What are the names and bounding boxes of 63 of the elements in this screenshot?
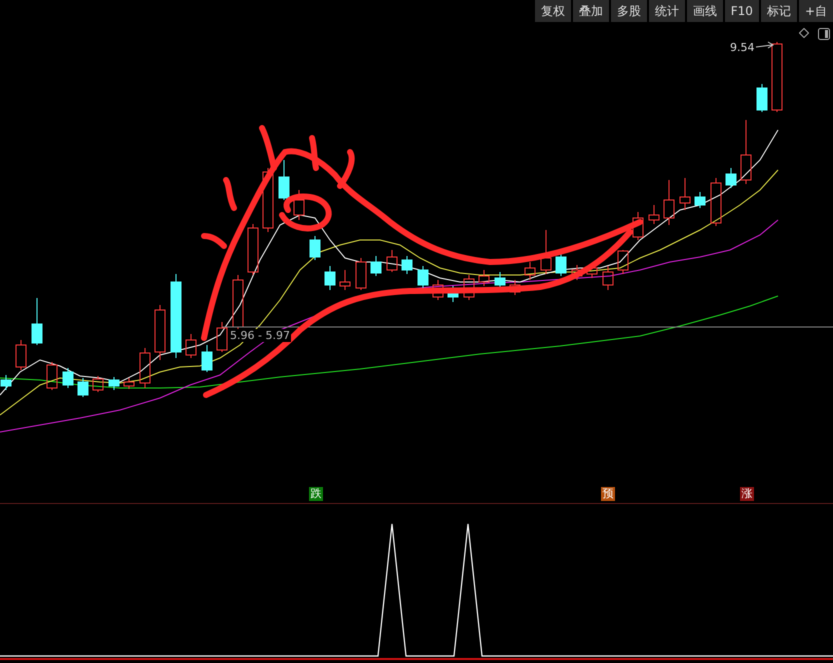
candlestick [710,178,722,226]
candlestick [46,362,58,390]
candlestick [694,192,706,208]
signal-marker: 预 [601,487,615,501]
candlestick [524,262,536,280]
candlestick [108,376,120,390]
candlestick [262,168,274,232]
candlestick [602,266,614,290]
signal-marker: 涨 [740,487,754,501]
candlestick [278,160,290,200]
candlestick [464,274,474,300]
candlestick [386,250,398,272]
candlestick [186,334,196,358]
candlestick [740,120,752,184]
candlestick [356,258,366,290]
toolbar-button[interactable]: 叠加 [572,0,609,22]
candlestick [140,348,150,388]
candlestick [478,270,490,286]
candlestick [494,272,506,288]
toolbar-button[interactable]: +自 [798,0,833,22]
candlestick [556,252,566,276]
candlestick [310,236,320,260]
candlestick [16,340,26,370]
panel-toggle-icon[interactable] [818,28,830,40]
candlestick [124,378,134,390]
candlestick [572,264,582,280]
candlestick [726,168,736,188]
toolbar-button[interactable]: 多股 [610,0,647,22]
candlestick [618,250,628,274]
candlestick [540,230,552,274]
candlestick [648,204,660,224]
candlestick [664,180,674,226]
candlestick [154,304,166,360]
candlestick [772,42,782,112]
candlestick [340,270,350,290]
toolbar-button[interactable]: F10 [724,0,759,22]
candlestick [680,178,690,210]
candlestick [418,266,428,288]
candlestick [370,256,382,276]
candlestick [78,378,88,398]
price-pointer-icon [756,42,774,48]
candlestick [324,266,336,290]
price-range-label: 5.96 - 5.97 [229,329,291,342]
candlestick [432,280,444,300]
candlestick [216,322,228,352]
candlestick [510,280,520,296]
candlestick [0,374,12,390]
candlestick [202,344,212,372]
candlestick [632,212,644,240]
toolbar-button[interactable]: 复权 [534,0,571,22]
candlestick [294,190,304,220]
signal-marker: 跌 [309,487,323,501]
candlestick [92,376,104,392]
candlestick [62,368,74,388]
toolbar-button[interactable]: 统计 [648,0,685,22]
candlestick [32,298,42,346]
toolbar-button[interactable]: 画线 [686,0,723,22]
candlestick [756,84,768,112]
candlestick [402,256,412,274]
toolbar-button[interactable]: 标记 [760,0,797,22]
candlestick [248,224,258,276]
diamond-icon[interactable] [799,28,809,38]
last-price-label: 9.54 [730,41,754,54]
